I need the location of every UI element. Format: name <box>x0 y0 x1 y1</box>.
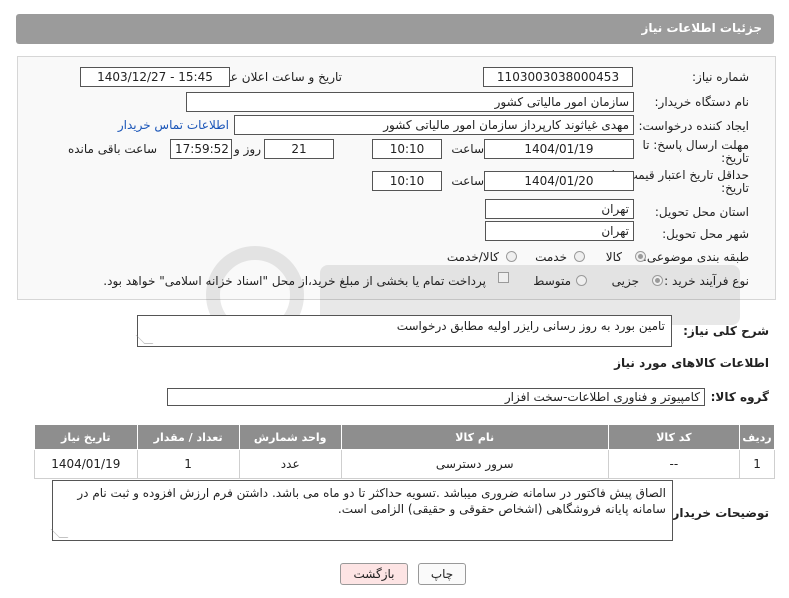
summary-text: تامین بورد به روز رسانی رایزر اولیه مطاب… <box>396 319 665 333</box>
col-date-header: تاریخ نیاز <box>34 424 138 450</box>
col-code-header: کد کالا <box>607 424 741 450</box>
item-code-cell: -- <box>607 449 741 479</box>
summary-label: شرح کلی نیاز: <box>683 324 769 338</box>
print-button[interactable]: چاپ <box>418 563 466 585</box>
reply-deadline-label-2: تاریخ: <box>721 151 749 165</box>
process-type-label: نوع فرآیند خرید : <box>664 274 749 288</box>
buyer-org-label: نام دستگاه خریدار: <box>654 95 750 109</box>
reply-deadline-label: مهلت ارسال پاسخ: تا <box>642 138 749 152</box>
items-table: ردیف کد کالا نام کالا واحد شمارش تعداد /… <box>34 424 775 479</box>
buyer-notes-textarea[interactable]: الصاق پیش فاکتور در سامانه ضروری میباشد … <box>50 480 673 541</box>
need-number-label: شماره نیاز: <box>692 70 749 84</box>
city-label: شهر محل تحویل: <box>662 227 749 241</box>
creator-field: مهدی غیاثوند کارپرداز سازمان امور مالیات… <box>234 115 634 135</box>
resize-grip-icon <box>135 335 154 344</box>
page-title: جزئیات اطلاعات نیاز <box>641 21 762 35</box>
item-unit-cell: عدد <box>238 449 342 479</box>
buyer-org-field: سازمان امور مالیاتی کشور <box>186 92 634 112</box>
col-row-header: ردیف <box>739 424 775 450</box>
reply-time-label: ساعت <box>451 142 484 156</box>
item-qty-cell: 1 <box>136 449 240 479</box>
resize-grip-icon <box>50 529 69 538</box>
price-validity-time-field: 10:10 <box>372 171 442 191</box>
creator-label: ایجاد کننده درخواست: <box>638 119 749 133</box>
process-medium-label: متوسط <box>533 274 571 288</box>
col-name-header: نام کالا <box>340 424 609 450</box>
days-label: روز و <box>234 142 261 156</box>
buyer-notes-label: توضیحات خریدار: <box>667 506 769 520</box>
price-validity-date-field: 1404/01/20 <box>484 171 634 191</box>
announce-date-field: 1403/12/27 - 15:45 <box>80 67 230 87</box>
process-minor-radio[interactable] <box>652 275 663 286</box>
col-unit-header: واحد شمارش <box>238 424 342 450</box>
items-table-header: ردیف کد کالا نام کالا واحد شمارش تعداد /… <box>34 424 775 450</box>
city-field: تهران <box>485 221 634 241</box>
item-date-cell: 1404/01/19 <box>34 449 138 479</box>
price-validity-label-2: تاریخ: <box>721 181 749 195</box>
treasury-payment-checkbox[interactable] <box>498 272 509 283</box>
goods-section-title: اطلاعات کالاهای مورد نیاز <box>614 356 769 370</box>
row-index-cell: 1 <box>739 449 775 479</box>
reply-date-field: 1404/01/19 <box>484 139 634 159</box>
item-name-cell: سرور دسترسی <box>340 449 609 479</box>
remaining-time-label: ساعت باقی مانده <box>67 142 157 156</box>
reply-time-field: 10:10 <box>372 139 442 159</box>
category-goods-label: کالا <box>605 250 622 264</box>
back-button[interactable]: بازگشت <box>340 563 408 585</box>
goods-group-label: گروه کالا: <box>710 390 769 404</box>
treasury-payment-note: پرداخت تمام یا بخشی از مبلغ خرید،از محل … <box>103 274 486 288</box>
days-remaining-field: 21 <box>264 139 334 159</box>
category-label: طبقه بندی موضوعی: <box>642 250 749 264</box>
goods-group-field: کامپیوتر و فناوری اطلاعات-سخت افزار <box>167 388 705 406</box>
category-service-label: خدمت <box>535 250 567 264</box>
category-goods-service-radio[interactable] <box>506 251 517 262</box>
province-label: استان محل تحویل: <box>654 205 749 219</box>
table-row: 1 -- سرور دسترسی عدد 1 1404/01/19 <box>34 449 775 479</box>
summary-textarea[interactable]: تامین بورد به روز رسانی رایزر اولیه مطاب… <box>135 315 672 347</box>
process-medium-radio[interactable] <box>576 275 587 286</box>
col-qty-header: تعداد / مقدار <box>136 424 240 450</box>
price-time-label: ساعت <box>451 174 484 188</box>
page-header: جزئیات اطلاعات نیاز <box>16 14 774 44</box>
category-goods-radio[interactable] <box>635 251 646 262</box>
remaining-time-field: 17:59:52 <box>170 139 232 159</box>
process-minor-label: جزیی <box>611 274 639 288</box>
buyer-contact-link[interactable]: اطلاعات تماس خریدار <box>118 118 229 132</box>
province-field: تهران <box>485 199 634 219</box>
category-service-radio[interactable] <box>574 251 585 262</box>
buyer-notes-text: الصاق پیش فاکتور در سامانه ضروری میباشد … <box>77 486 666 516</box>
need-number-field: 1103003038000453 <box>483 67 633 87</box>
category-goods-service-label: کالا/خدمت <box>446 250 499 264</box>
